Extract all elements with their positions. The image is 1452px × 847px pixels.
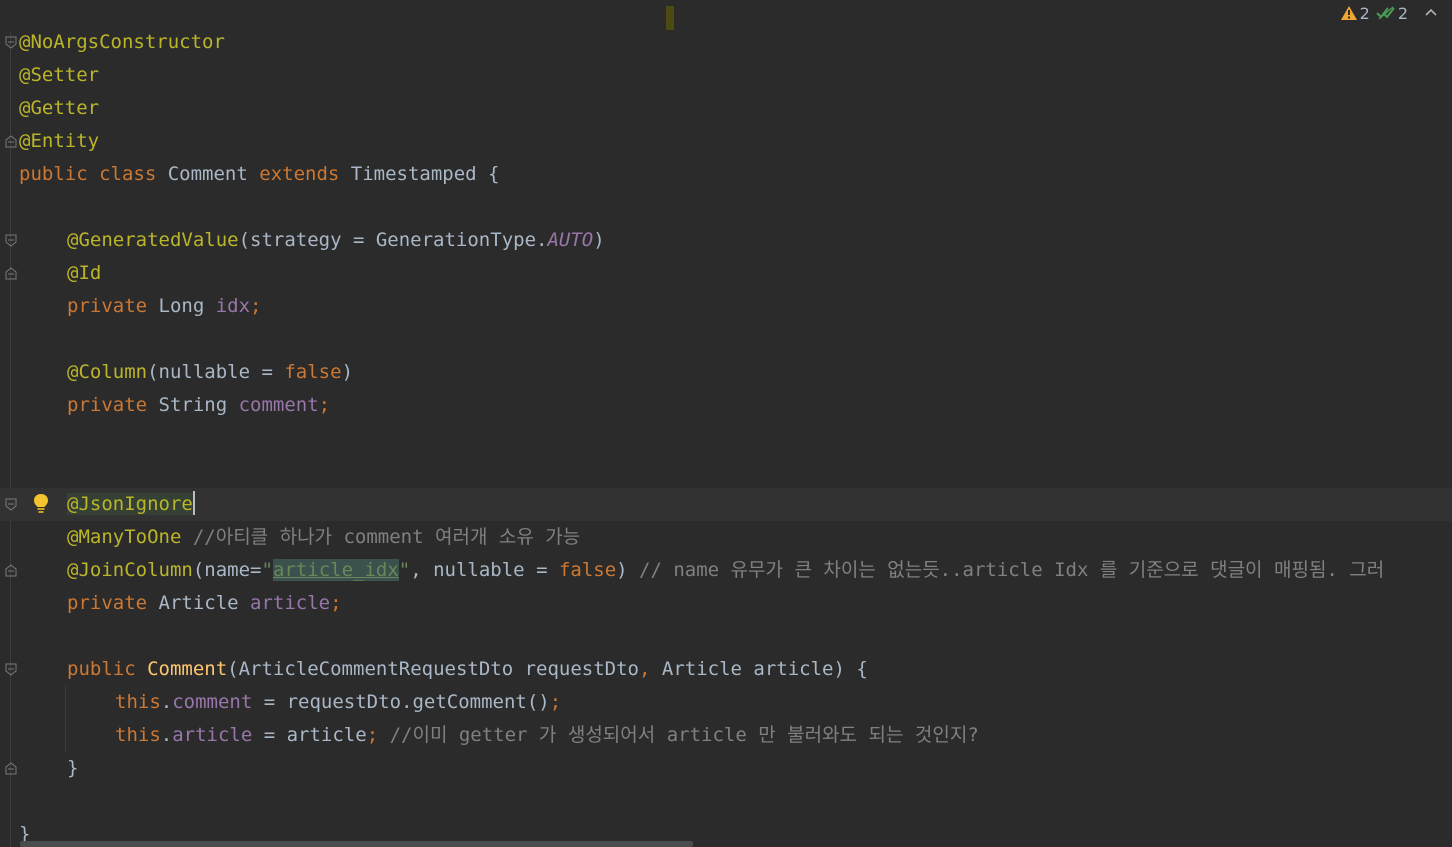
semicolon: ; (549, 691, 562, 713)
type-name: Article (147, 592, 251, 614)
code-text: ) (616, 559, 628, 581)
weak-warnings-count: 2 (1397, 3, 1408, 23)
code-text: ) (341, 361, 354, 383)
weak-warnings-indicator[interactable]: 2 (1376, 4, 1408, 23)
keyword: extends (259, 163, 340, 185)
annotation: @Entity (19, 130, 100, 152)
comment: // name 유무가 큰 차이는 없는듯..article Idx 를 기준으… (627, 559, 1385, 581)
keyword: private (67, 295, 148, 317)
code-text: Article article) { (650, 658, 868, 680)
keyword: this (115, 691, 161, 713)
fold-end-icon[interactable] (5, 135, 17, 148)
comment: //이미 getter 가 생성되어서 article 만 불러와도 되는 것인… (378, 724, 979, 746)
annotation: @Setter (19, 64, 100, 86)
code-line[interactable]: this.article = article; //이미 getter 가 생성… (0, 719, 1452, 752)
semicolon: ; (250, 295, 262, 317)
field-name: article (172, 724, 253, 746)
code-line[interactable]: @ManyToOne //아티클 하나가 comment 여러개 소유 가능 (0, 521, 1452, 554)
keyword: public (19, 163, 88, 185)
horizontal-scrollbar[interactable] (20, 841, 693, 847)
code-line[interactable]: public Comment(ArticleCommentRequestDto … (0, 653, 1452, 686)
code-text: ) (593, 229, 605, 251)
annotation: @Id (67, 262, 102, 284)
comma: , (638, 658, 651, 680)
constructor-name: Comment (147, 658, 228, 680)
annotation: @JsonIgnore (67, 493, 193, 515)
keyword: public (67, 658, 136, 680)
code-line[interactable]: private Long idx; (0, 290, 1452, 323)
text-caret (192, 491, 195, 515)
type-name: Long (147, 295, 216, 317)
code-line[interactable]: } (0, 752, 1452, 785)
fold-end-icon[interactable] (5, 762, 17, 775)
comment: //아티클 하나가 comment 여러개 소유 가능 (181, 526, 581, 548)
code-line[interactable]: @Setter (0, 59, 1452, 92)
string-quote: " (261, 559, 273, 581)
fold-start-icon[interactable] (5, 234, 17, 247)
code-line-current[interactable]: @JsonIgnore (0, 488, 1452, 521)
code-text: Timestamped { (339, 163, 500, 185)
keyword: class (99, 163, 157, 185)
field-name: idx (215, 295, 251, 317)
dot: . (160, 691, 173, 713)
code-line[interactable]: public class Comment extends Timestamped… (0, 158, 1452, 191)
code-line[interactable]: private Article article; (0, 587, 1452, 620)
fold-end-icon[interactable] (5, 564, 17, 577)
semicolon: ; (318, 394, 331, 416)
code-line[interactable]: @Getter (0, 92, 1452, 125)
keyword: private (67, 592, 148, 614)
annotation: @Column (67, 361, 148, 383)
annotation: @JoinColumn (67, 559, 193, 581)
field-name: comment (172, 691, 253, 713)
inspection-widget[interactable]: 2 2 (1340, 2, 1438, 24)
warnings-indicator[interactable]: 2 (1340, 4, 1370, 23)
semicolon: ; (366, 724, 379, 746)
type-name: String (147, 394, 239, 416)
keyword: this (115, 724, 161, 746)
code-line[interactable]: @Entity (0, 125, 1452, 158)
warning-triangle-icon (1340, 6, 1357, 20)
code-text: = article (252, 724, 367, 746)
field-name: comment (238, 394, 319, 416)
fold-start-icon[interactable] (5, 36, 17, 49)
fold-start-icon[interactable] (5, 498, 17, 511)
closing-brace: } (67, 757, 79, 779)
fold-start-icon[interactable] (5, 663, 17, 676)
keyword: false (284, 361, 342, 383)
code-text: = requestDto.getComment() (252, 691, 550, 713)
class-name: Comment (156, 163, 260, 185)
lightbulb-icon[interactable] (32, 492, 50, 516)
fold-end-icon[interactable] (5, 267, 17, 280)
chevron-up-icon[interactable] (1424, 5, 1438, 21)
field-name: article (250, 592, 331, 614)
code-line[interactable]: @GeneratedValue(strategy = GenerationTyp… (0, 224, 1452, 257)
annotation: @ManyToOne (67, 526, 182, 548)
check-double-icon (1376, 6, 1395, 20)
code-editor[interactable]: 2 2 @NoArgsConstructor @Setter @Getter @… (0, 0, 1452, 847)
code-text: (nullable = (147, 361, 285, 383)
code-line[interactable]: this.comment = requestDto.getComment(); (0, 686, 1452, 719)
string-quote: " (398, 559, 411, 581)
enum-constant: AUTO (547, 229, 594, 251)
annotation: @Getter (19, 97, 100, 119)
annotation: @GeneratedValue (67, 229, 239, 251)
code-line[interactable]: @Id (0, 257, 1452, 290)
code-line[interactable]: @Column(nullable = false) (0, 356, 1452, 389)
annotation: @NoArgsConstructor (19, 31, 225, 53)
code-text: (name= (192, 559, 262, 581)
keyword: false (558, 559, 617, 581)
code-line[interactable]: @JoinColumn(name="article_idx", nullable… (0, 554, 1452, 587)
dot: . (160, 724, 173, 746)
keyword: private (67, 394, 148, 416)
code-text: (strategy = GenerationType. (238, 229, 548, 251)
warnings-count: 2 (1359, 3, 1370, 23)
string-literal: article_idx (272, 559, 399, 581)
code-line[interactable]: @NoArgsConstructor (0, 26, 1452, 59)
code-line[interactable]: private String comment; (0, 389, 1452, 422)
code-text: , nullable = (410, 559, 559, 581)
code-text: (ArticleCommentRequestDto requestDto (227, 658, 639, 680)
semicolon: ; (330, 592, 342, 614)
